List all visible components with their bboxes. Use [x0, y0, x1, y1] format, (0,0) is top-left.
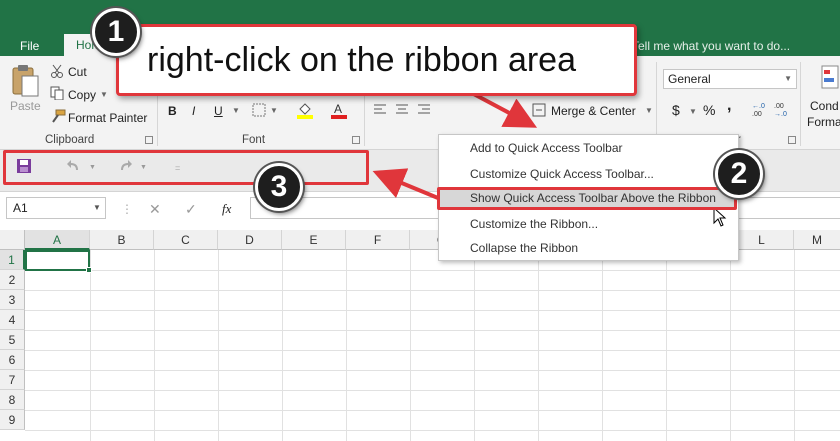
step-badge-3: 3 — [255, 163, 303, 211]
step-badge-1: 1 — [92, 8, 140, 56]
step-badge-2: 2 — [715, 150, 763, 198]
instruction-callout: right-click on the ribbon area — [116, 24, 637, 96]
